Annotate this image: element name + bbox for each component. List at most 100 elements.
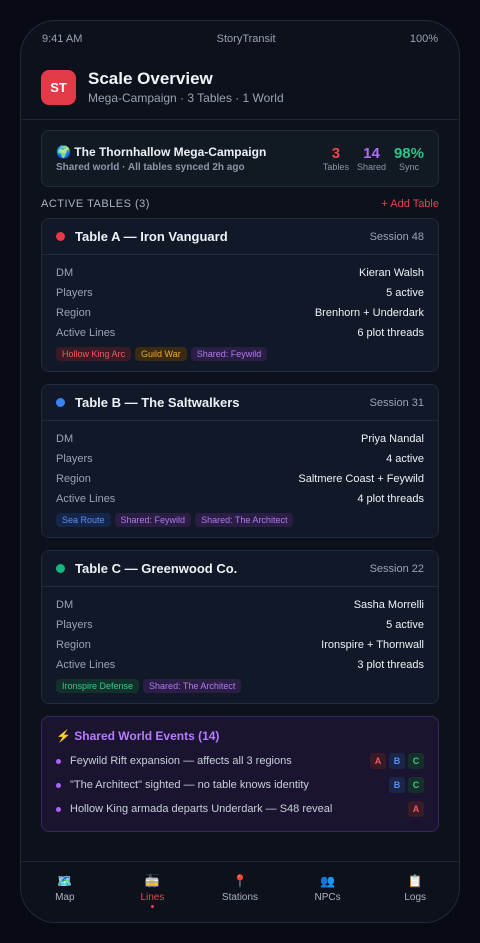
table-tags: Sea Route Shared: Feywild Shared: The Arch… [56,513,424,527]
stat-shared: 14 Shared [357,145,386,172]
nav-item-npcs[interactable]: 👥 NPCs [288,874,368,922]
plot-tag[interactable]: Shared: Feywild [190,347,268,361]
event-label: "The Architect" sighted — no table knows… [70,779,309,791]
nav-label: Stations [221,892,259,903]
table-color-dot [56,564,65,573]
add-table-button[interactable]: + Add Table [381,198,439,210]
plot-tag[interactable]: Sea Route [56,513,111,527]
lines-value: 3 plot threads [357,659,424,671]
region-value: Saltmere Coast + Feywild [298,473,424,485]
table-name: Table C — Greenwood Co. [56,561,237,576]
table-name: Table A — Iron Vanguard [56,229,228,244]
nav-item-stations[interactable]: 📍 Stations [200,874,280,922]
campaign-title: 🌍 The Thornhallow Mega-Campaign [56,145,266,159]
pin-icon: 📍 [232,874,248,888]
page-subtitle: Mega-Campaign · 3 Tables · 1 World [88,91,284,105]
table-session: Session 48 [369,230,424,243]
event-list: Feywild Rift expansion — affects all 3 r… [56,749,424,821]
dm-label: DM [56,267,74,279]
table-name-text: Table C — Greenwood Co. [75,561,238,576]
table-row-dm: DM Kieran Walsh [56,263,424,283]
shared-events-panel: ⚡ Shared World Events (14) Feywild Rift … [41,716,439,832]
nav-label: Logs [404,892,427,903]
table-session: Session 22 [369,562,424,575]
event-text: "The Architect" sighted — no table knows… [56,779,309,791]
main-content: 🌍 The Thornhallow Mega-Campaign Shared w… [21,120,459,832]
event-item[interactable]: Feywild Rift expansion — affects all 3 r… [56,749,424,773]
table-card-body: DM Kieran Walsh Players 5 active Region Brenh… [42,255,438,371]
stat-shared-value: 14 [363,145,380,162]
stat-tables-value: 3 [331,145,341,162]
table-badge: A [408,801,424,817]
event-item[interactable]: Hollow King armada departs Underdark — S… [56,797,424,821]
dm-label: DM [56,599,74,611]
status-battery: 100% [409,33,438,45]
event-item[interactable]: "The Architect" sighted — no table knows… [56,773,424,797]
event-table-badges: ABC [370,753,424,769]
event-bullet [56,782,61,788]
table-card[interactable]: Table C — Greenwood Co. Session 22 DM Sasha… [41,550,439,704]
app-header: ST Scale Overview Mega-Campaign · 3 Tabl… [21,57,459,120]
stat-sync-label: Sync [398,162,419,172]
event-label: Feywild Rift expansion — affects all 3 r… [70,755,292,767]
plot-tag[interactable]: Guild War [135,347,187,361]
table-row-region: Region Saltmere Coast + Feywild [56,469,424,489]
lines-value: 6 plot threads [357,327,424,339]
table-card-body: DM Sasha Morrelli Players 5 active Region Iro… [42,587,438,703]
plot-tag[interactable]: Shared: Feywild [114,513,192,527]
event-text: Feywild Rift expansion — affects all 3 r… [56,755,292,767]
app-logo: ST [41,69,76,105]
table-card-header: Table A — Iron Vanguard Session 48 [42,219,438,255]
region-label: Region [56,307,91,319]
plot-tag[interactable]: Shared: The Architect [195,513,294,527]
people-icon: 👥 [320,874,336,888]
nav-item-lines[interactable]: 🚋 Lines [112,874,192,922]
stat-sync: 98% Sync [394,145,424,172]
status-time: 9:41 AM [42,33,83,45]
active-indicator [150,905,154,908]
lines-label: Active Lines [56,659,116,671]
table-name: Table B — The Saltwalkers [56,395,239,410]
table-row-players: Players 5 active [56,615,424,635]
event-table-badges: BC [389,777,424,793]
dm-value: Priya Nandal [361,433,424,445]
lines-value: 4 plot threads [357,493,424,505]
nav-item-logs[interactable]: 📋 Logs [375,874,455,922]
event-label: Hollow King armada departs Underdark — S… [70,803,333,815]
stat-shared-label: Shared [356,162,386,172]
table-card[interactable]: Table A — Iron Vanguard Session 48 DM Kiera… [41,218,439,372]
players-label: Players [56,619,93,631]
table-card[interactable]: Table B — The Saltwalkers Session 31 DM Pri… [41,384,439,538]
dm-value: Sasha Morrelli [353,599,424,611]
stat-tables-label: Tables [322,162,349,172]
table-row-lines: Active Lines 4 plot threads [56,489,424,509]
table-row-dm: DM Sasha Morrelli [56,595,424,615]
table-session: Session 31 [369,396,424,409]
page-title: Scale Overview [88,69,213,88]
globe-icon: 🌍 [56,144,71,159]
region-value: Brenhorn + Underdark [314,307,424,319]
phone-frame: 9:41 AM StoryTransit 100% ST Scale Overv… [20,20,460,923]
table-color-dot [56,232,65,241]
table-row-lines: Active Lines 3 plot threads [56,655,424,675]
table-name-text: Table B — The Saltwalkers [75,395,240,410]
table-badge: B [389,777,405,793]
plot-tag[interactable]: Shared: The Architect [143,679,242,693]
dm-value: Kieran Walsh [358,267,424,279]
nav-item-map[interactable]: 🗺️ Map [25,874,105,922]
status-app-name: StoryTransit [216,33,276,45]
plot-tag[interactable]: Hollow King Arc [56,347,132,361]
region-label: Region [56,473,91,485]
clipboard-icon: 📋 [407,874,423,888]
players-label: Players [56,453,93,465]
plot-tag[interactable]: Ironspire Defense [56,679,140,693]
campaign-banner[interactable]: 🌍 The Thornhallow Mega-Campaign Shared w… [41,130,439,187]
nav-label: Lines [140,892,165,903]
stat-sync-value: 98% [393,145,424,162]
event-text: Hollow King armada departs Underdark — S… [56,803,332,815]
campaign-subtitle: Shared world · All tables synced 2h ago [56,161,245,173]
campaign-title-text: The Thornhallow Mega-Campaign [74,144,267,159]
map-icon: 🗺️ [57,874,73,888]
campaign-stats: 3 Tables 14 Shared 98% Sync [323,145,424,172]
table-badge: B [389,753,405,769]
